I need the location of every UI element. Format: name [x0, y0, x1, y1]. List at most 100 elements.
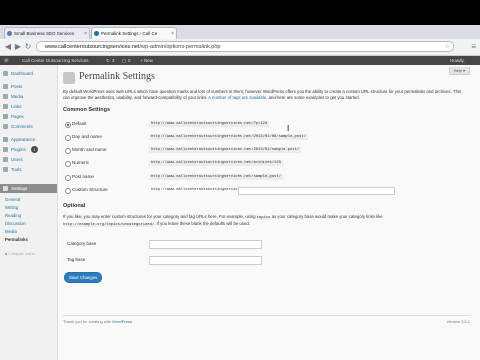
tag-base-input[interactable] — [149, 256, 262, 265]
intro-tail: , and here are some examples to get you … — [266, 95, 360, 100]
help-tab[interactable]: Help ▾ — [448, 67, 470, 75]
comments-count: 0 — [128, 58, 131, 63]
save-changes-button[interactable]: Save Changes — [64, 272, 103, 283]
footer-thanks: Thank you for creating with — [63, 319, 112, 324]
collapse-menu-link[interactable]: ◀ Collapse menu — [4, 251, 35, 256]
plugins-icon — [3, 147, 8, 152]
page-title: Permalink Settings — [79, 71, 155, 82]
radio-post-name[interactable] — [65, 175, 71, 181]
collapse-label: Collapse menu — [8, 251, 35, 256]
screen: Small Business SEO Services × Permalink … — [0, 0, 480, 360]
tab-title: Permalink Settings ‹ Call Ce — [101, 31, 158, 36]
sidebar-item-dashboard[interactable]: Dashboard — [0, 69, 57, 78]
optional-code-1: topics — [256, 216, 271, 220]
common-settings-heading: Common Settings — [63, 107, 111, 113]
howdy-link[interactable]: Howdy, — [450, 56, 465, 65]
new-content-link[interactable]: + New — [140, 56, 153, 65]
users-icon — [3, 157, 8, 162]
sidebar-item-pages[interactable]: Pages — [0, 112, 57, 121]
appearance-icon — [3, 137, 8, 142]
option-label: Post name — [72, 174, 94, 179]
optional-desc-1: If you like, you may enter custom struct… — [63, 214, 256, 219]
links-icon — [3, 104, 8, 109]
tag-base-label: Tag base — [67, 257, 86, 262]
sidebar-item-label: Users — [11, 157, 23, 162]
media-icon — [3, 94, 8, 99]
example-default: http://www.callcenteroutsourcingservices… — [149, 121, 270, 127]
wp-admin-bar: Ⓦ Call Center Outsourcing Services ↻ 3 ▢… — [0, 56, 480, 65]
tags-link[interactable]: A number of tags are available — [208, 95, 266, 100]
sidebar-item-settings[interactable]: Settings — [0, 184, 57, 193]
sidebar-item-label: Posts — [11, 84, 23, 89]
wordpress-link[interactable]: WordPress — [112, 319, 132, 324]
close-tab-icon[interactable]: × — [84, 28, 87, 39]
text-cursor-icon: I — [287, 124, 290, 133]
sidebar-item-links[interactable]: Links — [0, 102, 57, 111]
submenu-general[interactable]: General — [5, 197, 20, 202]
sidebar-item-tools[interactable]: Tools — [0, 165, 57, 174]
tab-title: Small Business SEO Services — [14, 31, 75, 36]
optional-desc-3: . If you leave these blank the defaults … — [154, 221, 250, 226]
browser-tab-seo[interactable]: Small Business SEO Services × — [4, 27, 90, 39]
sidebar-item-label: Links — [11, 104, 22, 109]
reload-icon[interactable]: ↻ — [23, 42, 33, 52]
url-domain: www.callcenteroutsourcingservices.net — [45, 44, 140, 50]
posts-icon — [3, 84, 8, 89]
submenu-media[interactable]: Media — [5, 229, 17, 234]
wordpress-logo-icon[interactable]: Ⓦ — [4, 56, 9, 65]
option-label: Numeric — [72, 160, 90, 165]
sidebar-item-label: Tools — [11, 167, 22, 172]
admin-sidebar: Dashboard Posts Media Links Pages Commen… — [0, 65, 58, 360]
radio-numeric[interactable] — [65, 161, 71, 167]
option-label: Custom Structure — [72, 187, 108, 192]
version-text: Version 3.5.1 — [446, 319, 470, 324]
wrench-menu-icon[interactable]: ≡ — [471, 42, 476, 51]
submenu-writing[interactable]: Writing — [5, 205, 18, 210]
option-label: Default — [72, 121, 87, 126]
comments-icon[interactable]: ▢ — [122, 56, 126, 65]
sidebar-item-posts[interactable]: Posts — [0, 82, 57, 91]
example-day-name: http://www.callcenteroutsourcingservices… — [149, 134, 308, 140]
updates-count: 3 — [112, 58, 115, 63]
optional-desc-2: as your category base would make your ca… — [271, 214, 383, 219]
submenu-permalinks[interactable]: Permalinks — [5, 237, 28, 242]
sidebar-item-users[interactable]: Users — [0, 155, 57, 164]
sidebar-item-comments[interactable]: Comments — [0, 122, 57, 131]
optional-description: If you like, you may enter custom struct… — [63, 214, 463, 228]
pages-icon — [3, 114, 8, 119]
category-base-input[interactable] — [149, 240, 262, 249]
submenu-reading[interactable]: Reading — [5, 213, 21, 218]
browser-toolbar: ◀ ▶ ↻ www.callcenteroutsourcingservices.… — [0, 39, 480, 56]
address-bar[interactable]: www.callcenteroutsourcingservices.net/wp… — [36, 41, 454, 52]
forward-icon[interactable]: ▶ — [13, 42, 23, 52]
custom-structure-input[interactable] — [238, 187, 395, 195]
favicon-icon — [7, 31, 12, 36]
dashboard-icon — [3, 71, 8, 76]
radio-month-name[interactable] — [65, 148, 71, 154]
radio-day-name[interactable] — [65, 135, 71, 141]
updates-icon[interactable]: ↻ — [106, 56, 110, 65]
settings-page-icon — [63, 72, 75, 84]
radio-custom[interactable] — [65, 188, 71, 194]
sidebar-item-label: Media — [11, 94, 24, 99]
submenu-discussion[interactable]: Discussion — [5, 221, 26, 226]
optional-code-2: http://example.org/topics/uncategorized/ — [63, 223, 155, 227]
back-icon[interactable]: ◀ — [3, 42, 13, 52]
radio-default[interactable] — [65, 122, 71, 128]
example-month-name: http://www.callcenteroutsourcingservices… — [149, 147, 302, 153]
main-content: Help ▾ Permalink Settings By default Wor… — [58, 65, 480, 360]
sidebar-item-label: Dashboard — [11, 71, 34, 76]
bookmark-star-icon[interactable]: ☆ — [445, 42, 450, 53]
sidebar-item-plugins[interactable]: Plugins 1 — [0, 145, 57, 154]
browser-tab-permalink[interactable]: Permalink Settings ‹ Call Ce × — [91, 27, 177, 39]
sidebar-item-label: Appearance — [11, 137, 36, 142]
close-tab-icon[interactable]: × — [171, 28, 174, 39]
intro-text: By default WordPress uses web URLs which… — [63, 89, 468, 101]
sidebar-item-label: Pages — [11, 114, 24, 119]
sidebar-item-media[interactable]: Media — [0, 92, 57, 101]
site-name-link[interactable]: Call Center Outsourcing Services — [22, 56, 89, 65]
plugin-update-badge: 1 — [31, 146, 38, 153]
sidebar-item-label: Comments — [11, 124, 33, 129]
sidebar-item-appearance[interactable]: Appearance — [0, 135, 57, 144]
sidebar-item-label: Settings — [11, 186, 28, 191]
